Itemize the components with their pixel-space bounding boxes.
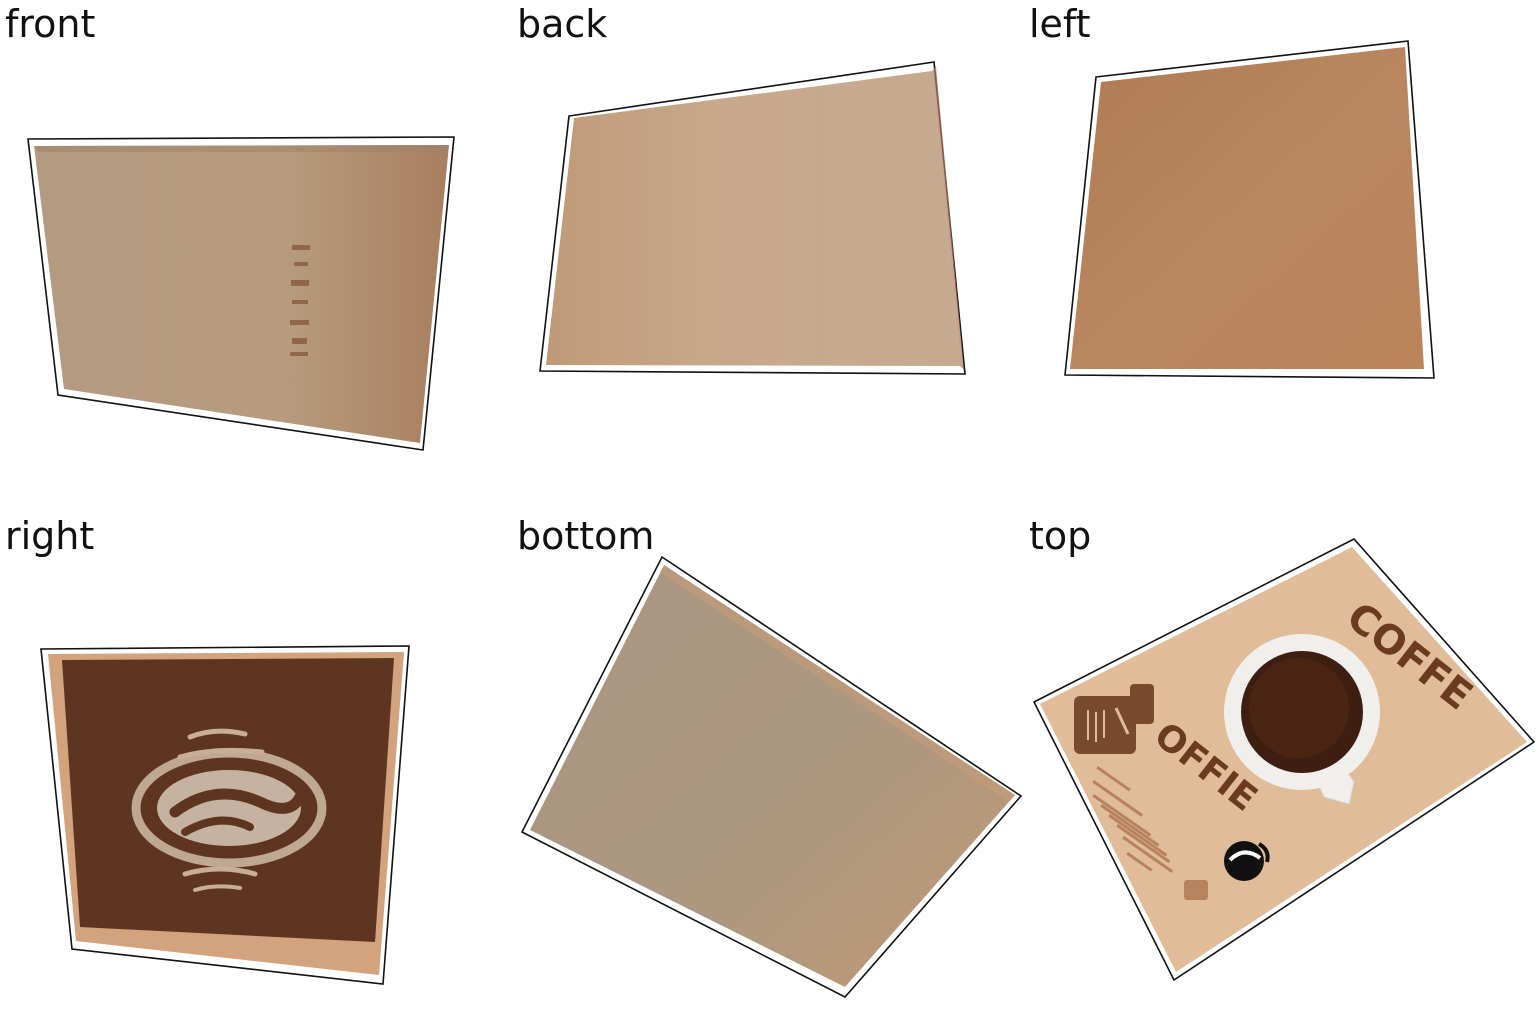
box-render-bottom (520, 555, 1023, 998)
box-face (530, 565, 1015, 987)
view-front: front (0, 0, 512, 512)
view-back: back (512, 0, 1024, 512)
view-top: top COFFE OFFIE (1024, 512, 1536, 1024)
view-bottom: bottom (512, 512, 1024, 1024)
box-render-back (539, 61, 966, 375)
box-face (1070, 47, 1424, 369)
box-render-right (40, 645, 410, 985)
box-render-front (27, 136, 455, 451)
view-left: left (1024, 0, 1536, 512)
box-render-top: COFFE OFFIE (1032, 538, 1536, 982)
view-right: right (0, 512, 512, 1024)
box-face (546, 71, 960, 366)
box-render-left (1064, 40, 1435, 379)
